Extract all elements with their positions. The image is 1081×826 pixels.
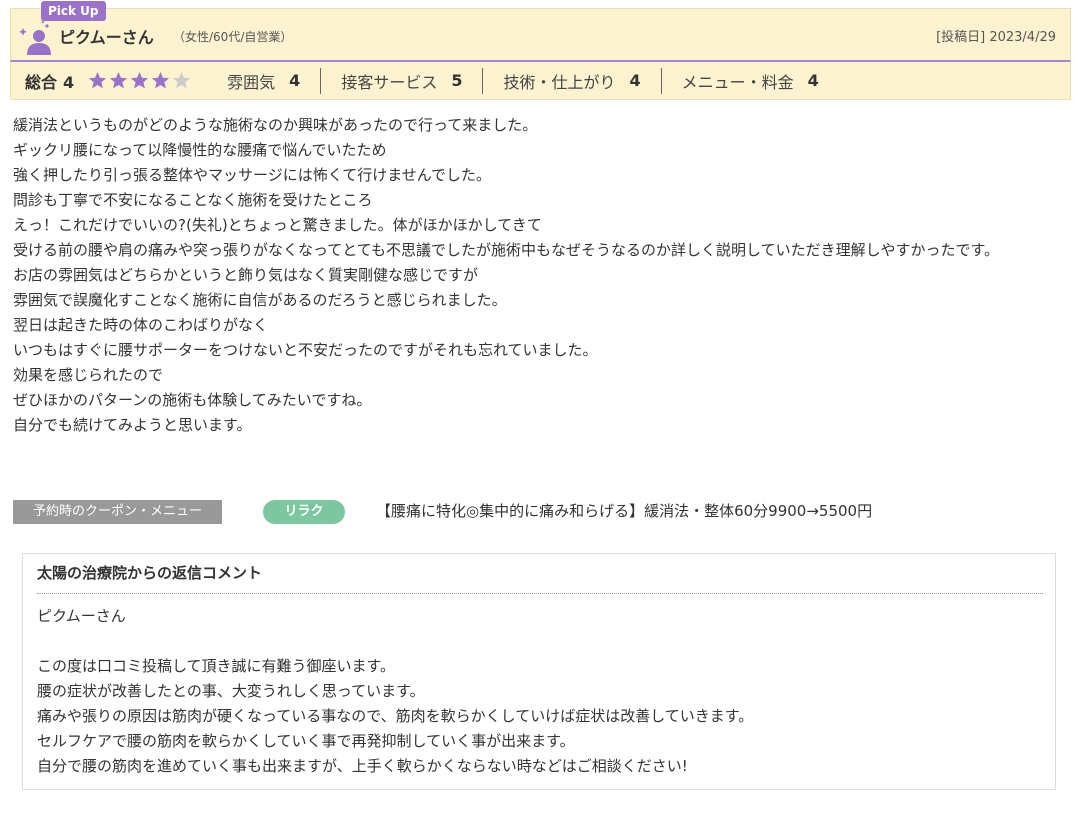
star-filled-icon xyxy=(89,71,107,89)
post-date: [投稿日] 2023/4/29 xyxy=(936,30,1056,45)
review-body: 緩消法というものがどのような施術なのか興味があったので行って来ました。 ギックリ腰… xyxy=(13,113,1053,438)
reply-body: ピクムーさんこの度は口コミ投稿して頂き誠に有難う御座います。腰の症状が改善したと… xyxy=(37,604,1043,779)
text-line: 緩消法というものがどのような施術なのか興味があったので行って来ました。 xyxy=(13,116,538,134)
coupon-menu-link[interactable]: 【腰痛に特化◎集中的に痛み和らげる】緩消法・整体60分9900→5500円 xyxy=(376,500,872,522)
ratings-bar: 総合 4 雰囲気 4 接客サービス 5 技術・仕上がり 4 メニュー・料金 4 xyxy=(10,62,1071,100)
rating-label: 雰囲気 xyxy=(227,72,276,92)
rating-item: 雰囲気 4 xyxy=(213,68,320,94)
star-filled-icon xyxy=(131,71,149,89)
text-line: セルフケアで腰の筋肉を軟らかくしていく事で再発抑制していく事が出来ます。 xyxy=(37,732,575,750)
rating-label: 接客サービス xyxy=(341,72,438,92)
rating-item: 接客サービス 5 xyxy=(320,67,482,94)
text-line: ギックリ腰になって以降慢性的な腰痛で悩んでいたため xyxy=(13,141,387,159)
overall-label: 総合 xyxy=(25,72,58,92)
reply-title: 太陽の治療院からの返信コメント xyxy=(37,562,1043,594)
rating-value: 4 xyxy=(629,71,641,90)
rating-label: 技術・仕上がり xyxy=(503,72,616,92)
reply-box: 太陽の治療院からの返信コメント ピクムーさんこの度は口コミ投稿して頂き誠に有難う… xyxy=(22,553,1056,790)
text-line: 問診も丁寧で不安になることなく施術を受けたところ xyxy=(13,191,373,209)
coupon-tag: 予約時のクーポン・メニュー xyxy=(13,500,222,524)
text-line: いつもはすぐに腰サポーターをつけないと不安だったのですがそれも忘れていました。 xyxy=(13,341,598,359)
text-line: この度は口コミ投稿して頂き誠に有難う御座います。 xyxy=(37,657,396,675)
text-line: 自分で腰の筋肉を進めていく事も出来ますが、上手く軟らかくならない時などはご相談く… xyxy=(37,757,688,775)
rating-label: メニュー・料金 xyxy=(681,72,794,92)
text-line: 強く押したり引っ張る整体やマッサージには怖くて行けませんでした。 xyxy=(13,166,492,184)
user-avatar-icon xyxy=(19,20,51,55)
star-filled-icon xyxy=(110,71,128,89)
star-rating xyxy=(88,71,193,90)
text-line: 腰の症状が改善したとの事、大変うれしく思っています。 xyxy=(37,682,425,700)
text-line: 自分でも続けてみようと思います。 xyxy=(13,416,252,434)
star-filled-icon xyxy=(152,71,170,89)
rating-item: メニュー・料金 4 xyxy=(660,67,839,94)
star-empty-icon xyxy=(173,71,191,89)
text-line: 痛みや張りの原因は筋肉が硬くなっている事なので、筋肉を軟らかくしていけば症状は改… xyxy=(37,707,754,725)
coupon-row: 予約時のクーポン・メニュー リラク 【腰痛に特化◎集中的に痛み和らげる】緩消法・… xyxy=(13,498,1063,526)
text-line: 効果を感じられたので xyxy=(13,366,164,384)
text-line: ぜひほかのパターンの施術も体験してみたいですね。 xyxy=(13,391,372,409)
rating-item: 技術・仕上がり 4 xyxy=(482,67,660,94)
text-line: えっ！これだけでいいの?(失礼)とちょっと驚きました。体がほかほかしてきて xyxy=(13,216,542,234)
review-card: Pick Up ピクムーさん （女性/60代/自営業） [投稿日] 2023/4… xyxy=(10,1,1071,100)
text-line: ピクムーさん xyxy=(37,607,126,625)
text-line: お店の雰囲気はどちらかというと飾り気はなく質実剛健な感じですが xyxy=(13,266,479,284)
overall-rating: 総合 4 xyxy=(11,69,74,93)
reviewer-name: ピクムーさん xyxy=(59,28,154,47)
rating-value: 4 xyxy=(807,71,819,90)
text-line: 翌日は起きた時の体のこわばりがなく xyxy=(13,316,269,334)
reviewer-meta: （女性/60代/自営業） xyxy=(173,30,293,44)
rating-value: 5 xyxy=(451,71,463,90)
text-line: 受ける前の腰や肩の痛みや突っ張りがなくなってとても不思議でしたが施術中もなぜそう… xyxy=(13,241,999,259)
text-line xyxy=(37,629,1043,654)
overall-value: 4 xyxy=(63,72,75,92)
rating-value: 4 xyxy=(289,71,301,90)
pickup-badge: Pick Up xyxy=(41,1,106,21)
review-header: Pick Up ピクムーさん （女性/60代/自営業） [投稿日] 2023/4… xyxy=(10,1,1071,62)
coupon-category-badge: リラク xyxy=(263,500,345,524)
text-line: 雰囲気で誤魔化すことなく施術に自信があるのだろうと感じられました。 xyxy=(13,291,507,309)
